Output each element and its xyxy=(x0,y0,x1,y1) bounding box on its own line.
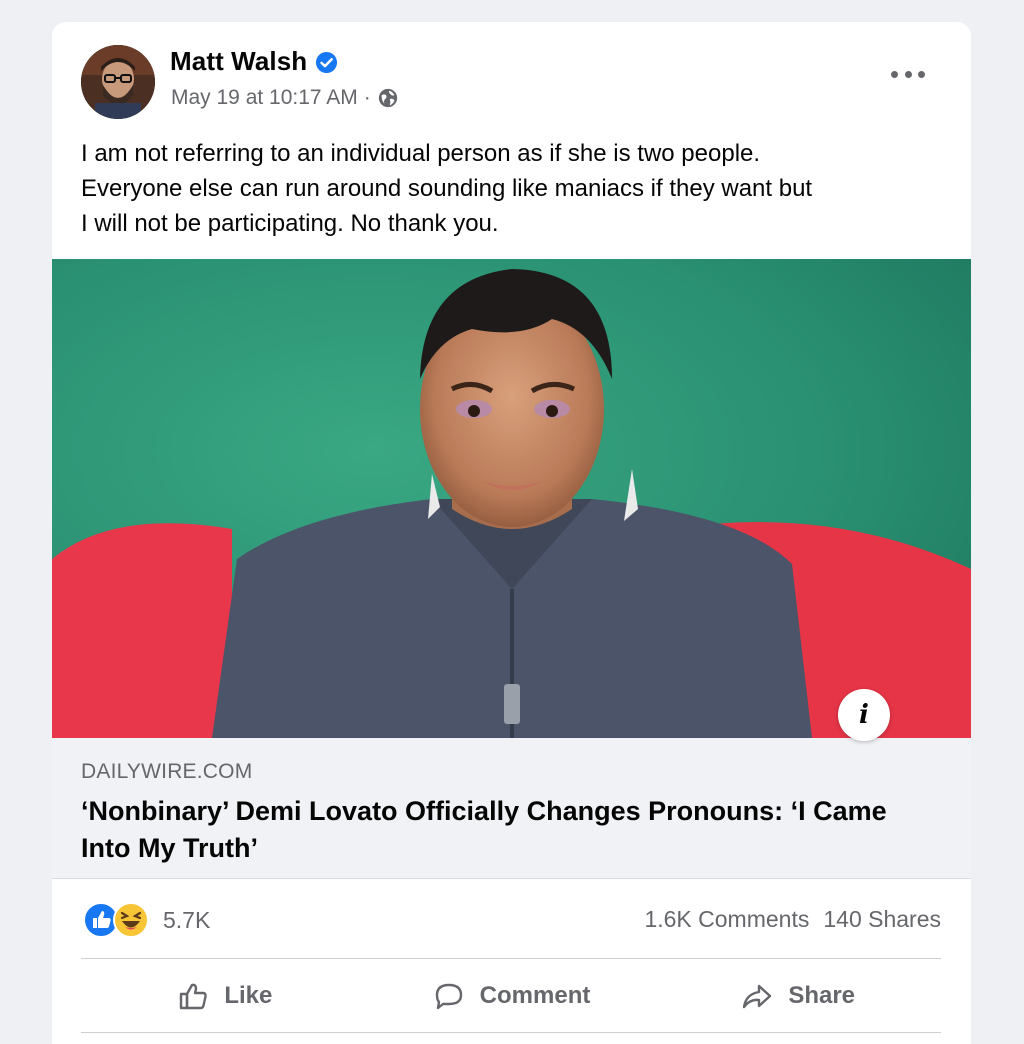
share-button[interactable]: Share xyxy=(654,959,941,1032)
share-arrow-icon xyxy=(743,984,772,1008)
share-label: Share xyxy=(788,981,856,1009)
author-avatar[interactable] xyxy=(81,45,155,119)
more-dot-icon xyxy=(918,70,925,78)
author-name-row: Matt Walsh xyxy=(170,46,338,77)
actions-divider-bottom xyxy=(81,1032,941,1033)
globe-icon[interactable] xyxy=(377,87,399,109)
verified-badge-icon xyxy=(315,50,338,74)
post-header: Matt Walsh May 19 at 10:17 AM · xyxy=(52,22,971,142)
link-preview-meta[interactable]: DAILYWIRE.COM ‘Nonbinary’ Demi Lovato Of… xyxy=(52,738,971,879)
info-button[interactable]: i xyxy=(838,689,890,741)
meta-separator: · xyxy=(363,86,371,109)
like-button[interactable]: Like xyxy=(81,959,368,1032)
link-domain: DAILYWIRE.COM xyxy=(81,760,253,783)
engagement-counts: 1.6K Comments 140 Shares xyxy=(644,906,941,933)
post-text: I am not referring to an individual pers… xyxy=(81,140,813,237)
thumbs-up-icon xyxy=(180,983,208,1009)
comment-button[interactable]: Comment xyxy=(368,959,655,1032)
comment-label: Comment xyxy=(479,981,591,1009)
engagement-bar: 5.7K 1.6K Comments 140 Shares xyxy=(52,880,971,958)
haha-reaction-icon xyxy=(113,902,149,938)
reactions-count[interactable]: 5.7K xyxy=(163,907,210,934)
author-name[interactable]: Matt Walsh xyxy=(170,46,307,77)
comments-count[interactable]: 1.6K Comments xyxy=(644,906,809,933)
more-options-button[interactable] xyxy=(891,68,925,80)
more-dot-icon xyxy=(891,70,898,78)
link-preview-image[interactable] xyxy=(52,259,971,738)
link-headline[interactable]: ‘Nonbinary’ Demi Lovato Officially Chang… xyxy=(81,793,941,867)
post-card: Matt Walsh May 19 at 10:17 AM · I am not… xyxy=(52,22,971,1044)
comment-icon xyxy=(435,983,462,1009)
reactions-summary[interactable]: 5.7K xyxy=(83,902,210,938)
post-actions: Like Comment Share xyxy=(81,959,941,1032)
post-meta: May 19 at 10:17 AM · xyxy=(171,86,399,110)
more-dot-icon xyxy=(904,70,912,78)
like-label: Like xyxy=(224,981,273,1009)
shares-count[interactable]: 140 Shares xyxy=(823,906,941,933)
post-timestamp[interactable]: May 19 at 10:17 AM xyxy=(171,86,358,110)
